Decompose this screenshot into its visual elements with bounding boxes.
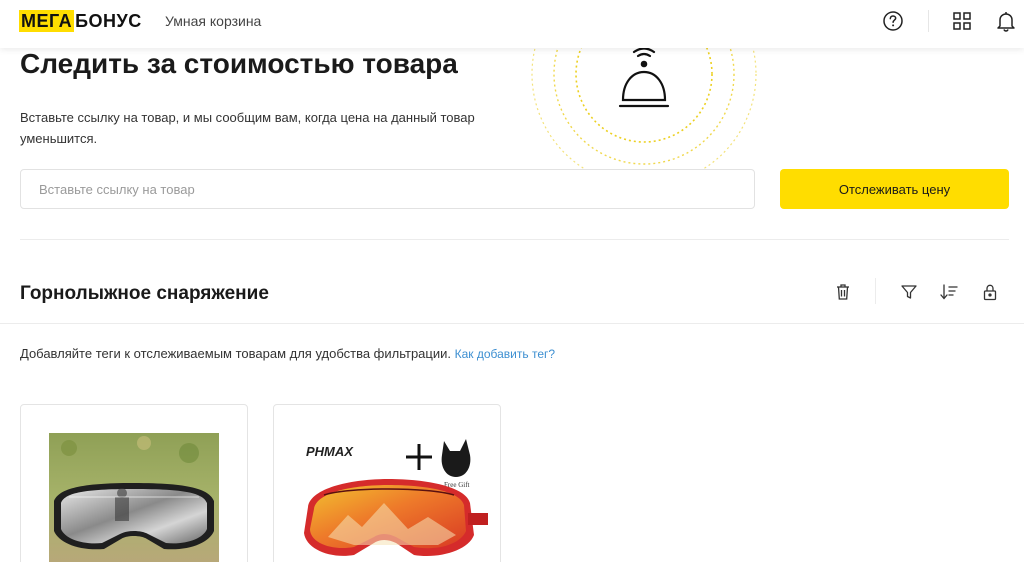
question-circle-icon[interactable] [882, 10, 904, 32]
product-card[interactable]: PHMAX Free Gift [273, 404, 501, 562]
product-url-input[interactable] [20, 169, 755, 209]
header-subtitle: Умная корзина [165, 13, 262, 29]
bell-icon[interactable] [995, 10, 1017, 32]
sort-icon[interactable] [939, 282, 959, 302]
toolbar-separator [875, 278, 876, 304]
product-image: PHMAX Free Gift [304, 439, 488, 557]
tags-hint-text: Добавляйте теги к отслеживаемым товарам … [20, 346, 451, 361]
logo-mega-text: МЕГА [19, 10, 75, 32]
logo-bonus-text: БОНУС [75, 11, 142, 31]
top-header: МЕГА БОНУС Умная корзина [0, 0, 1024, 48]
trash-icon[interactable] [833, 282, 853, 302]
list-title: Горнолыжное снаряжение [20, 283, 269, 304]
how-to-add-tag-link[interactable]: Как добавить тег? [455, 347, 555, 361]
lock-icon[interactable] [980, 282, 1000, 302]
tags-hint: Добавляйте теги к отслеживаемым товарам … [20, 346, 555, 361]
page-title: Следить за стоимостью товара [20, 48, 458, 79]
divider [20, 239, 1009, 240]
filter-icon[interactable] [899, 282, 919, 302]
page-description: Вставьте ссылку на товар, и мы сообщим в… [20, 110, 475, 146]
divider [0, 323, 1024, 324]
product-image [49, 433, 219, 562]
brand-label: PHMAX [306, 444, 354, 459]
product-card[interactable] [20, 404, 248, 562]
grid-icon[interactable] [951, 10, 973, 32]
track-price-button[interactable]: Отслеживать цену [780, 169, 1009, 209]
megabonus-logo[interactable]: МЕГА БОНУС [19, 10, 142, 32]
header-separator [928, 10, 929, 32]
